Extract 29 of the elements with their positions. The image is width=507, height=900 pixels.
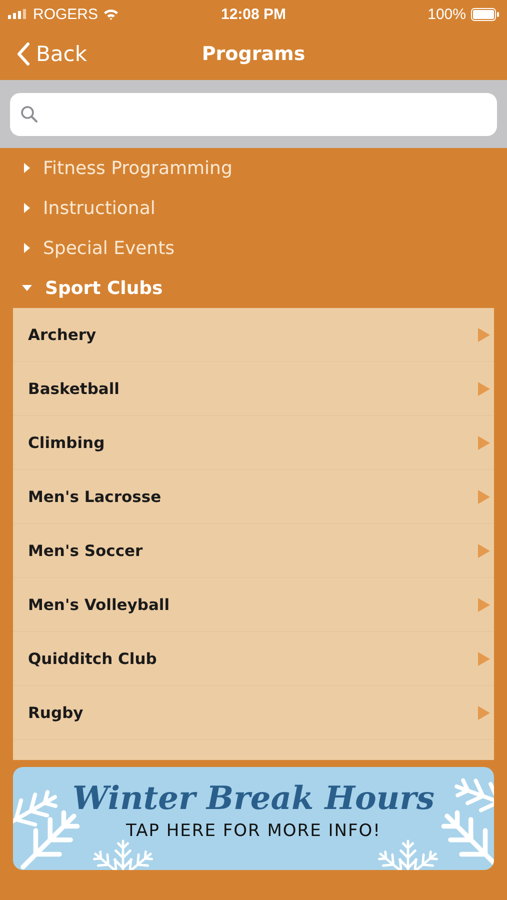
carrier-name: ROGERS — [33, 6, 98, 22]
chevron-left-icon — [16, 42, 30, 66]
caret-right-icon — [478, 598, 490, 612]
signal-icon — [8, 9, 28, 19]
caret-right-icon — [478, 436, 490, 450]
caret-right-icon — [478, 652, 490, 666]
list-item[interactable]: Men's Volleyball — [13, 578, 494, 632]
battery-percent: 100% — [428, 6, 466, 22]
list-item[interactable]: Archery — [13, 308, 494, 362]
search-field[interactable] — [10, 92, 497, 136]
battery-icon — [471, 8, 499, 20]
caret-right-icon — [478, 490, 490, 504]
status-time: 12:08 PM — [220, 6, 286, 22]
search-icon — [20, 105, 38, 123]
list-item[interactable]: Basketball — [13, 362, 494, 416]
caret-right-icon — [478, 544, 490, 558]
list-item[interactable]: Men's Lacrosse — [13, 470, 494, 524]
list-item[interactable]: Men's Soccer — [13, 524, 494, 578]
caret-right-icon — [478, 382, 490, 396]
banner-title: Winter Break Hours — [72, 779, 434, 817]
wifi-icon — [103, 8, 120, 20]
caret-right-icon — [478, 706, 490, 720]
banner-subtitle: TAP HERE FOR MORE INFO! — [126, 821, 381, 841]
list-item[interactable]: Quidditch Club — [13, 632, 494, 686]
list-item[interactable]: Climbing — [13, 416, 494, 470]
caret-right-icon — [478, 328, 490, 342]
list-item[interactable]: Rugby — [13, 686, 494, 740]
screen-title: Programs — [202, 43, 306, 65]
promo-banner[interactable]: Winter Break Hours TAP HERE FOR MORE INFO! — [13, 767, 494, 870]
